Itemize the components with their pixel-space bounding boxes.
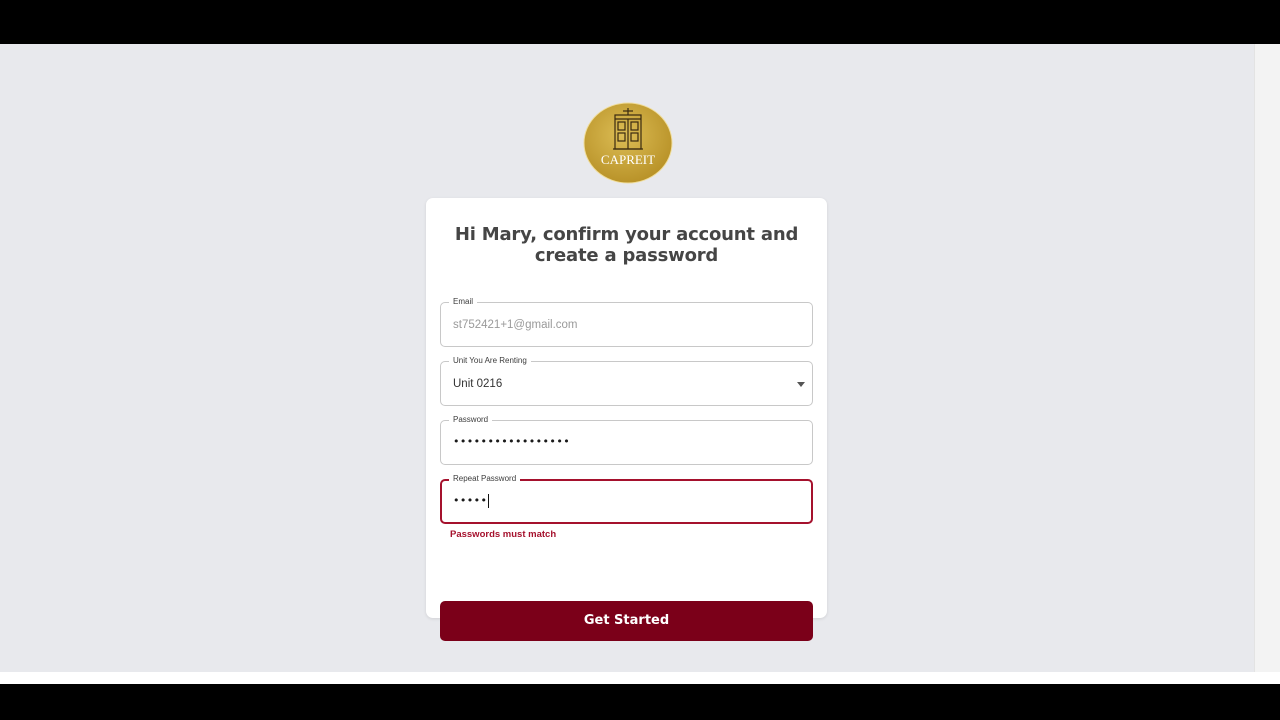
chevron-down-icon[interactable] <box>797 382 805 387</box>
email-field[interactable]: Email st752421+1@gmail.com <box>440 296 813 347</box>
text-caret <box>488 494 490 508</box>
password-mismatch-error: Passwords must match <box>450 529 557 540</box>
repeat-password-value: ••••• <box>453 493 490 509</box>
capreit-logo: CAPREIT <box>583 102 673 184</box>
repeat-password-dots: ••••• <box>453 494 488 507</box>
email-label: Email <box>449 296 478 307</box>
repeat-password-label: Repeat Password <box>449 473 521 484</box>
unit-select[interactable]: Unit You Are Renting Unit 0216 <box>440 355 813 406</box>
password-value: ••••••••••••••••• <box>453 435 571 448</box>
password-label: Password <box>449 414 493 425</box>
page-viewport: CAPREIT Hi Mary, confirm your account an… <box>0 44 1280 684</box>
repeat-password-field[interactable]: Repeat Password ••••• <box>440 473 813 524</box>
page-title: Hi Mary, confirm your account and create… <box>454 224 799 266</box>
unit-label: Unit You Are Renting <box>449 355 531 366</box>
confirm-account-card: Hi Mary, confirm your account and create… <box>426 198 827 641</box>
password-field[interactable]: Password ••••••••••••••••• <box>440 414 813 465</box>
email-value: st752421+1@gmail.com <box>453 319 578 331</box>
vertical-scrollbar[interactable] <box>1254 44 1280 672</box>
get-started-button[interactable]: Get Started <box>440 601 813 641</box>
unit-selected-value: Unit 0216 <box>453 378 503 390</box>
page-bottom-strip <box>0 672 1280 684</box>
logo-text: CAPREIT <box>601 152 655 167</box>
